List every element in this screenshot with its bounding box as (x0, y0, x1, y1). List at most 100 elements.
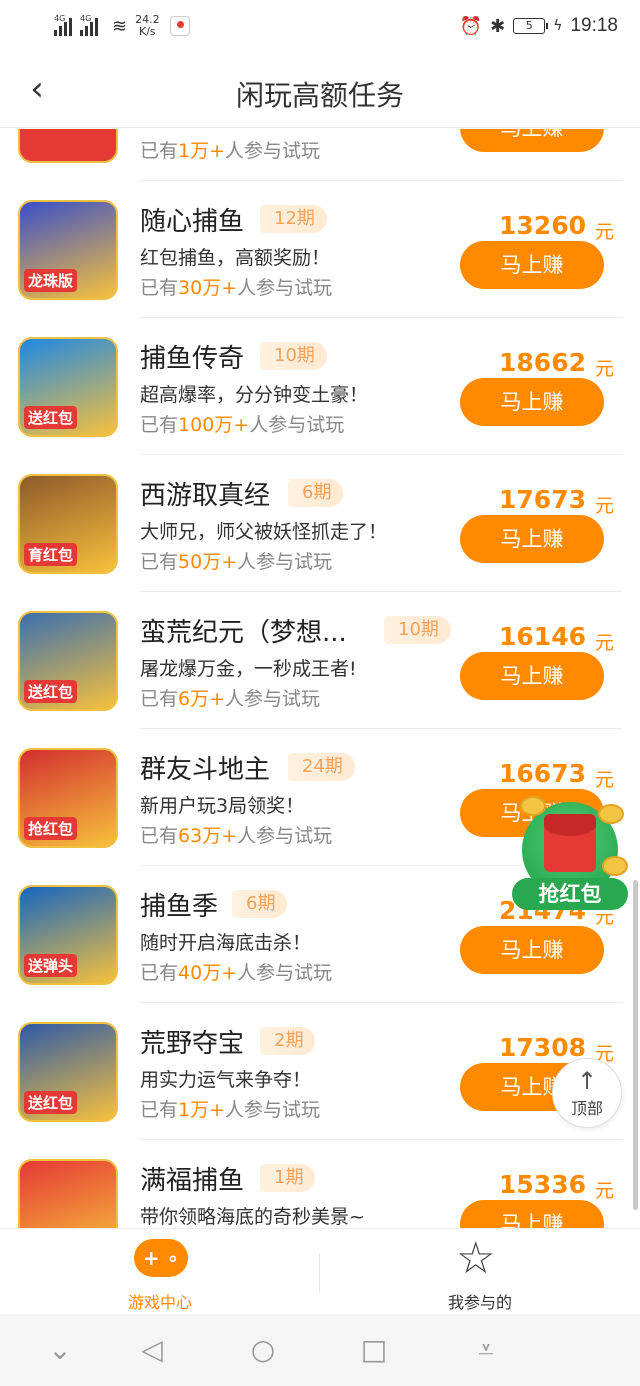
joined-prefix: 已有 (140, 551, 179, 573)
joined-suffix: 人参与试玩 (225, 1099, 321, 1121)
joined-count: 1万+ (178, 140, 226, 162)
period-badge: 2期 (260, 1027, 316, 1055)
red-envelope-icon (544, 814, 596, 872)
period-badge: 6期 (288, 479, 344, 507)
game-icon: 送弹头 (18, 885, 118, 985)
reward-unit: 元 (594, 632, 614, 654)
task-row[interactable]: 送红包满福捕鱼 1期带你领略海底的奇秒美景~ 15336 元马上赚 (0, 1140, 640, 1228)
joined-suffix: 人参与试玩 (237, 551, 333, 573)
joined-suffix: 人参与试玩 (237, 962, 333, 984)
joined-prefix: 已有 (140, 688, 179, 710)
earn-button[interactable]: 马上赚 (460, 378, 604, 426)
game-name: 群友斗地主 (140, 755, 271, 785)
status-bar: 4G 4G ≋ 24.2 K/s ⏰ ✱ 5 ϟ 19:18 (0, 0, 640, 52)
game-icon-badge: 育红包 (24, 543, 78, 566)
back-to-top-label: 顶部 (570, 1099, 603, 1118)
game-icon-badge: 送红包 (24, 1091, 78, 1114)
reward-unit: 元 (594, 1180, 614, 1202)
joined-prefix: 已有 (140, 140, 179, 162)
joined-suffix: 人参与试玩 (237, 277, 333, 299)
joined-text: 已有100万+人参与试玩 (140, 410, 344, 437)
period-badge: 10期 (260, 342, 327, 370)
earn-button[interactable]: 马上赚 (460, 241, 604, 289)
game-icon: 送红包 (18, 337, 118, 437)
period-badge: 12期 (260, 205, 327, 233)
earn-button[interactable]: 马上赚 (460, 515, 604, 563)
game-description: 红包捕鱼，高额奖励！ (140, 247, 331, 269)
reward-amount: 13260 (499, 211, 586, 240)
notification-pull-icon[interactable]: ⩡ (466, 1332, 506, 1368)
reward-amount: 16673 (499, 759, 586, 788)
tab-game-center[interactable]: + ∘ 游戏中心 (0, 1229, 320, 1315)
signal-icon: 4G (80, 14, 98, 36)
net-speed: 24.2 K/s (135, 14, 160, 38)
joined-count: 30万+ (178, 277, 238, 299)
home-circle-icon[interactable]: ○ (243, 1332, 283, 1368)
game-name: 西游取真经 (140, 481, 271, 511)
joined-text: 已有6万+人参与试玩 (140, 684, 320, 711)
reward-amount: 18662 (499, 348, 586, 377)
task-row[interactable]: 送红包 蛮荒纪元（梦想... 10期 屠龙爆万金，一秒成王者! 已有6万+人参与试玩 16… (0, 592, 640, 729)
joined-prefix: 已有 (140, 277, 179, 299)
network-type-label: 4G (80, 14, 92, 23)
game-icon: 龙珠版 (18, 200, 118, 300)
red-packet-label: 抢红包 (512, 878, 628, 910)
joined-prefix: 已有 (140, 962, 179, 984)
game-icon-badge: 龙珠版 (24, 269, 78, 292)
coin-icon (598, 804, 624, 824)
task-row[interactable]: 送红包 捕鱼传奇 10期 超高爆率，分分钟变土豪！ 已有100万+人参与试玩 18662 元… (0, 318, 640, 455)
period-badge: 24期 (288, 753, 355, 781)
gamepad-icon: + ∘ (134, 1239, 188, 1277)
earn-button[interactable]: 马上赚 (460, 652, 604, 700)
task-row-partial[interactable]: 已有1万+人参与试玩 马上赚 (0, 129, 640, 181)
period-badge: 1期 (260, 1164, 316, 1192)
game-icon: 育红包 (18, 474, 118, 574)
task-list[interactable]: 已有1万+人参与试玩 马上赚 龙珠版随心捕鱼12期红包捕鱼，高额奖励！已有30万… (0, 129, 640, 1228)
task-row[interactable]: 育红包 西游取真经 6期 大师兄，师父被妖怪抓走了！ 已有50万+人参与试玩 17673 元… (0, 455, 640, 592)
game-icon: 送红包 (18, 1022, 118, 1122)
charging-icon: ϟ (553, 18, 563, 34)
joined-count: 6万+ (178, 688, 226, 710)
bottom-tab-bar: + ∘ 游戏中心 我参与的 ☆ (0, 1228, 640, 1314)
collapse-icon[interactable]: ⌄ (40, 1332, 80, 1368)
recents-square-icon[interactable]: □ (354, 1332, 394, 1368)
game-description: 新用户玩3局领奖！ (140, 795, 305, 817)
game-description: 带你领略海底的奇秒美景~ (140, 1206, 365, 1228)
battery-icon: 5 (513, 18, 549, 34)
joined-text: 已有1万+人参与试玩 (140, 1095, 320, 1122)
reward-unit: 元 (594, 358, 614, 380)
joined-text: 已有63万+人参与试玩 (140, 821, 332, 848)
reward-amount: 16146 (499, 622, 586, 651)
app-header: ‹ 闲玩高额任务 (0, 52, 640, 128)
reward-unit: 元 (594, 495, 614, 517)
game-description: 随时开启海底击杀！ (140, 932, 312, 954)
reward-amount: 17308 (499, 1033, 586, 1062)
wifi-icon: ≋ (112, 15, 128, 37)
earn-button[interactable]: 马上赚 (460, 129, 604, 152)
signal-icon: 4G (54, 14, 72, 36)
earn-button[interactable]: 马上赚 (460, 926, 604, 974)
game-name: 蛮荒纪元（梦想... (140, 618, 347, 648)
game-icon-badge: 送弹头 (24, 954, 78, 977)
joined-suffix: 人参与试玩 (225, 688, 321, 710)
back-triangle-icon[interactable]: ◁ (132, 1332, 172, 1368)
joined-text: 已有1万+人参与试玩 (140, 136, 320, 163)
battery-level: 5 (525, 19, 533, 32)
game-description: 超高爆率，分分钟变土豪！ (140, 384, 369, 406)
scrollbar[interactable] (633, 880, 638, 1210)
coin-icon (602, 856, 628, 876)
back-to-top-button[interactable]: ↑ 顶部 (552, 1058, 622, 1128)
task-row[interactable]: 龙珠版 随心捕鱼 12期 红包捕鱼，高额奖励！ 已有30万+人参与试玩 13260 元马上赚 (0, 181, 640, 318)
reward-unit: 元 (594, 769, 614, 791)
reward-amount: 15336 (499, 1170, 586, 1199)
reward-unit: 元 (594, 221, 614, 243)
game-description: 大师兄，师父被妖怪抓走了！ (140, 521, 388, 543)
tab-game-center-label: 游戏中心 (127, 1293, 192, 1312)
earn-button[interactable]: 马上赚 (460, 1200, 604, 1228)
task-row[interactable]: 送红包 荒野夺宝 2期 用实力运气来争夺！ 已有1万+人参与试玩 17308 元马上赚 (0, 1003, 640, 1140)
red-packet-widget[interactable]: 抢红包 (512, 796, 628, 912)
bluetooth-icon: ✱ (490, 15, 506, 37)
game-icon: 送红包 (18, 611, 118, 711)
game-icon: 抢红包 (18, 748, 118, 848)
joined-text: 已有50万+人参与试玩 (140, 547, 332, 574)
